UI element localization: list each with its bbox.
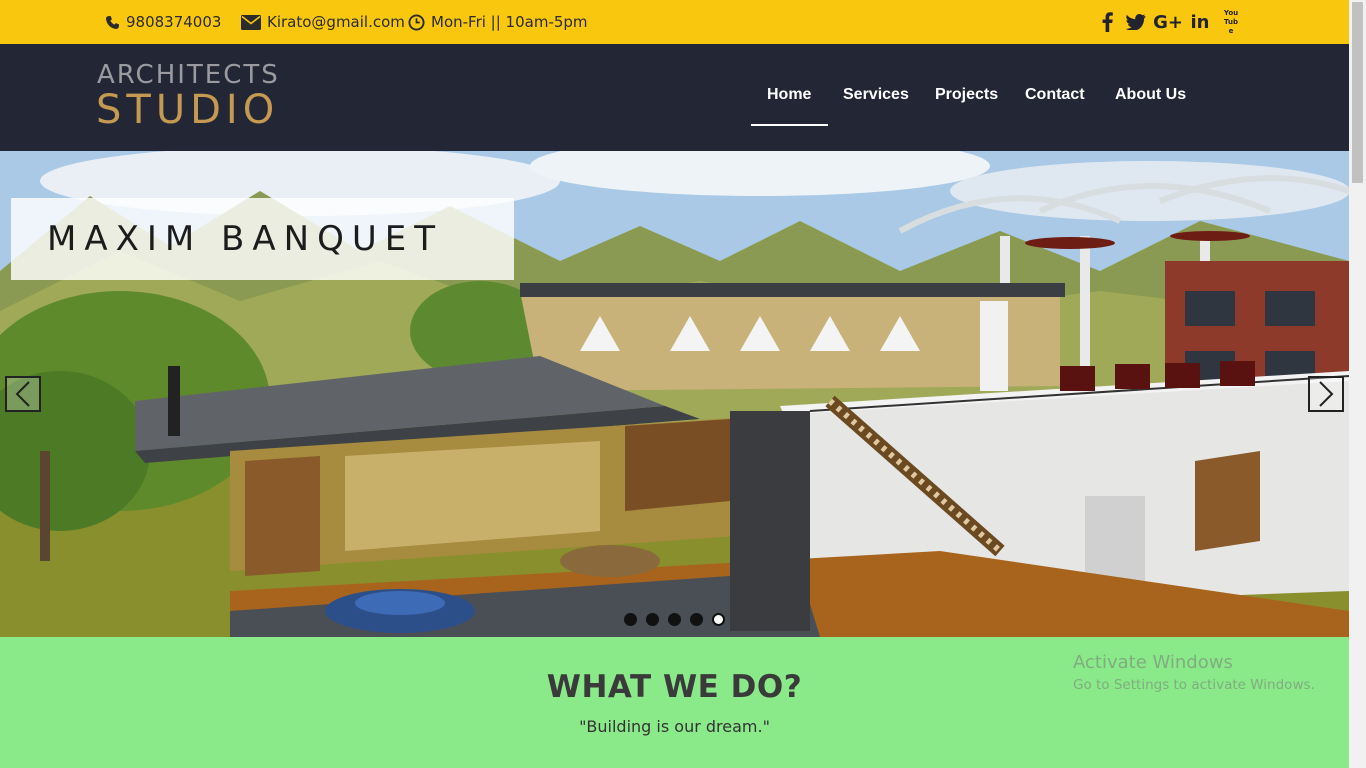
email-address[interactable]: Kirato@gmail.com [267,13,405,31]
nav-about-us[interactable]: About Us [1115,86,1186,104]
what-we-do-section: WHAT WE DO? "Building is our dream." Act… [0,637,1349,768]
business-hours: Mon-Fri || 10am-5pm [431,13,588,31]
googleplus-icon[interactable]: G+ [1153,10,1183,34]
twitter-icon[interactable] [1125,10,1147,34]
scrollbar-thumb[interactable] [1352,2,1363,183]
active-nav-indicator [751,124,828,126]
clock-icon [408,13,425,31]
section-quote: "Building is our dream." [579,717,770,736]
facebook-icon[interactable] [1099,10,1115,34]
logo-line-studio[interactable]: STUDIO [96,89,279,131]
page-scrollbar[interactable] [1349,0,1366,768]
email-contact: Kirato@gmail.com [241,11,405,33]
activate-windows-title: Activate Windows [1073,652,1233,673]
slide-dot-2[interactable] [646,613,659,626]
slide-dot-3[interactable] [668,613,681,626]
slide-indicators [624,613,725,626]
main-navbar: ARCHITECTS STUDIO Home Services Projects… [0,44,1349,151]
top-bar: 9808374003 Kirato@gmail.com Mon-Fri || 1… [0,0,1349,44]
youtube-label: You Tube [1223,8,1239,35]
slide-caption-box: MAXIM BANQUET [11,198,514,280]
nav-contact[interactable]: Contact [1025,86,1085,104]
activate-windows-subtitle: Go to Settings to activate Windows. [1073,677,1315,693]
phone-icon [106,15,120,29]
hours-info: Mon-Fri || 10am-5pm [408,11,588,33]
envelope-icon [241,14,261,30]
next-slide-button[interactable] [1308,376,1344,412]
chevron-right-icon [1319,381,1334,407]
phone-contact: 9808374003 [105,11,221,33]
logo-line-architects[interactable]: ARCHITECTS [97,61,280,89]
slide-dot-5[interactable] [712,613,725,626]
slide-dot-1[interactable] [624,613,637,626]
nav-services[interactable]: Services [843,86,909,104]
nav-projects[interactable]: Projects [935,86,998,104]
chevron-left-icon [15,381,30,407]
nav-home[interactable]: Home [767,86,811,104]
linkedin-icon[interactable]: in [1189,10,1211,34]
slide-dot-4[interactable] [690,613,703,626]
prev-slide-button[interactable] [5,376,41,412]
hero-slider: MAXIM BANQUET [0,151,1349,637]
phone-number[interactable]: 9808374003 [126,13,221,31]
youtube-icon[interactable]: You Tube [1221,8,1241,35]
slide-caption: MAXIM BANQUET [47,219,443,259]
